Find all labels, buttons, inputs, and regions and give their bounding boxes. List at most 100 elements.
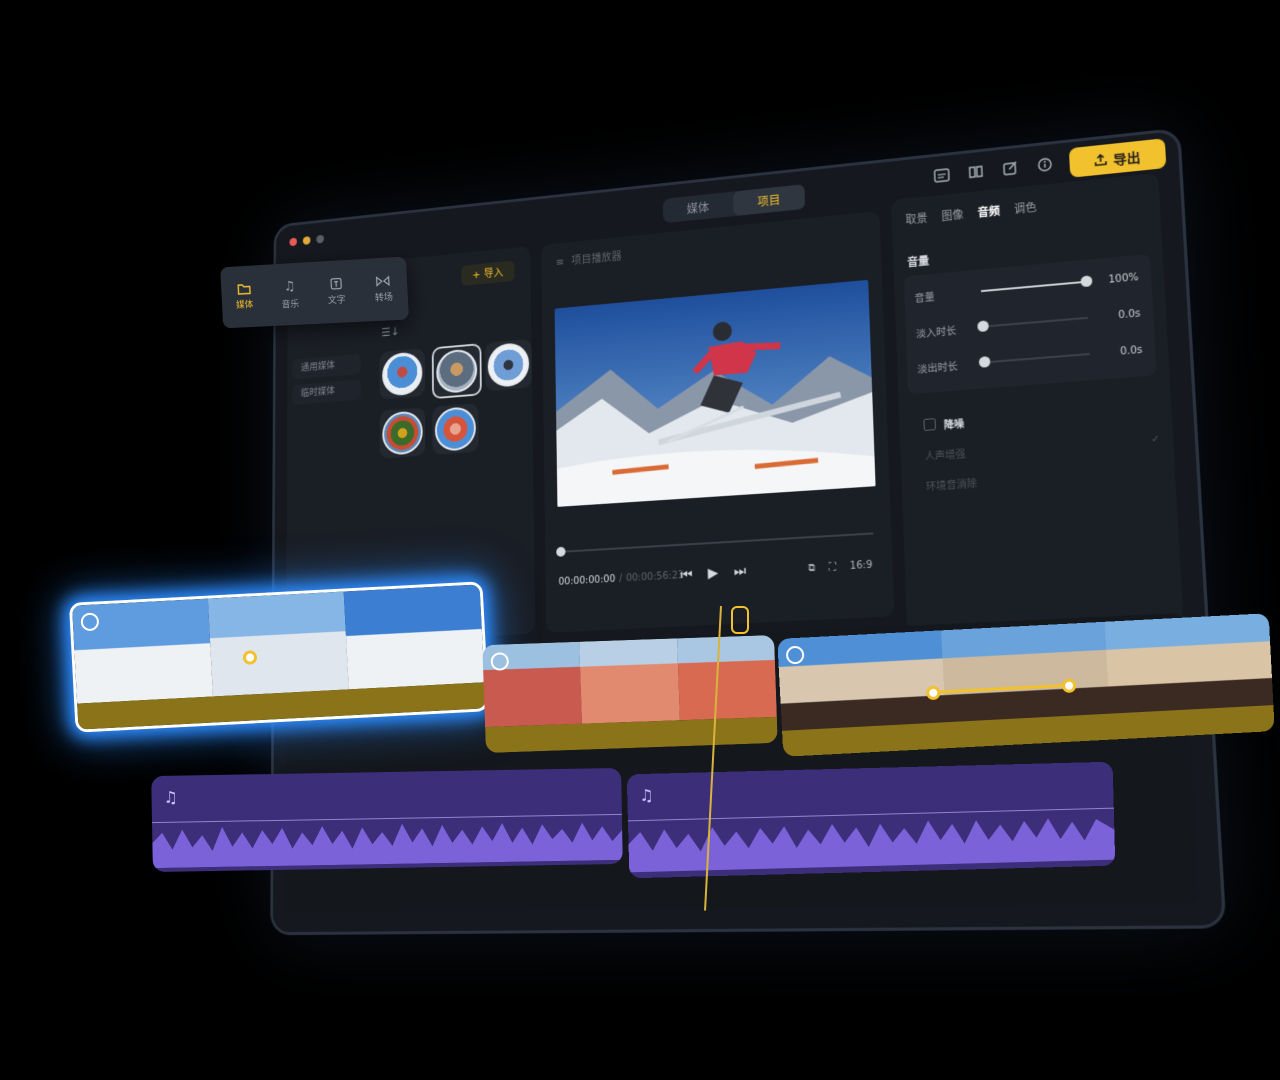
- clip-frames: [482, 635, 777, 727]
- media-thumbnail[interactable]: [485, 339, 532, 391]
- edit-icon[interactable]: [1000, 157, 1021, 179]
- editor-stage: 媒体 项目 导出 + 导入 ☰↓ 通用媒体 临时媒体 ≡ 项目播放器 00:00…: [0, 0, 1280, 1080]
- tool-transition-label: 转场: [375, 290, 394, 304]
- window-controls: [289, 235, 323, 247]
- thumbnail-image: [488, 342, 530, 388]
- export-button[interactable]: 导出: [1069, 138, 1167, 178]
- video-clip-ski[interactable]: [69, 581, 489, 732]
- slider-row-fade-out: 淡出时长 0.0s: [917, 340, 1143, 378]
- thumbnail-image: [435, 406, 476, 452]
- tool-text-label: 文字: [327, 292, 345, 306]
- tab-media[interactable]: 媒体: [663, 192, 734, 224]
- tool-media-label: 媒体: [236, 297, 254, 311]
- crop-icon[interactable]: ⧉: [808, 562, 815, 573]
- fade-out-slider[interactable]: [984, 353, 1090, 363]
- upload-icon: [1094, 153, 1107, 166]
- skip-back-icon[interactable]: ⏮: [680, 567, 692, 583]
- menu-icon[interactable]: ≡: [556, 255, 565, 268]
- music-clip[interactable]: ♫: [627, 762, 1116, 879]
- timecode-separator: /: [619, 573, 622, 584]
- tool-transition[interactable]: 转场: [374, 275, 394, 304]
- transition-icon: [376, 275, 391, 288]
- audio-waveform: [152, 810, 623, 868]
- subnav-item-general-media[interactable]: 通用媒体: [292, 354, 360, 380]
- player-controls: 00:00:00:00 / 00:00:56:23 ⏮ ▶ ⏭ ⧉ ⛶ 16:9: [558, 554, 878, 591]
- player-title: 项目播放器: [571, 248, 621, 268]
- ski-jump-frame: [555, 280, 876, 507]
- media-thumbnail[interactable]: [432, 403, 479, 455]
- clip-frame: [1105, 613, 1274, 713]
- fade-in-label: 淡入时长: [916, 320, 973, 340]
- library-subnav: 通用媒体 临时媒体: [292, 354, 360, 411]
- denoise-checkbox[interactable]: [923, 418, 936, 431]
- denoise-option-voice[interactable]: 人声增强 ✓: [924, 428, 1160, 464]
- tool-media[interactable]: 媒体: [235, 282, 254, 311]
- volume-label: 音量: [914, 285, 971, 305]
- sort-icon[interactable]: ☰↓: [381, 325, 399, 339]
- fade-out-value: 0.0s: [1100, 344, 1143, 359]
- aspect-ratio-button[interactable]: 16:9: [850, 559, 873, 571]
- import-button[interactable]: + 导入: [461, 261, 514, 286]
- tool-music-label: 音乐: [281, 296, 299, 310]
- audio-waveform: [628, 806, 1115, 873]
- volume-section-title: 音量: [907, 253, 930, 271]
- playhead-handle[interactable]: [731, 606, 749, 634]
- tab-image[interactable]: 图像: [941, 206, 964, 224]
- info-icon[interactable]: [1034, 154, 1055, 176]
- properties-panel: 取景 图像 音频 调色 音量 音量 100% 淡入时长 0.0s 淡出时长 0.…: [891, 173, 1184, 636]
- media-thumbnail-selected[interactable]: [432, 343, 482, 399]
- fade-in-value: 0.0s: [1098, 308, 1141, 323]
- music-note-icon: ♫: [163, 788, 178, 807]
- denoise-row: 降噪: [923, 398, 1159, 435]
- video-clip-street[interactable]: [482, 635, 778, 753]
- playback-scrubber[interactable]: [560, 532, 873, 552]
- tab-audio[interactable]: 音频: [977, 203, 1000, 221]
- properties-tabs: 取景 图像 音频 调色: [905, 199, 1037, 228]
- ambient-removal-label: 环境音消除: [926, 474, 978, 492]
- play-icon[interactable]: ▶: [708, 565, 719, 581]
- zoom-window-button[interactable]: [316, 235, 324, 244]
- fade-in-slider[interactable]: [983, 317, 1088, 328]
- scrubber-knob[interactable]: [556, 547, 565, 557]
- tab-color[interactable]: 调色: [1014, 199, 1037, 217]
- media-thumbnail[interactable]: [380, 407, 426, 459]
- book-icon[interactable]: [965, 161, 986, 182]
- music-clip[interactable]: ♫: [151, 768, 623, 872]
- volume-slider-knob[interactable]: [1080, 275, 1092, 287]
- tool-text[interactable]: 文字: [327, 277, 346, 306]
- voice-enhance-label: 人声增强: [925, 445, 966, 463]
- tool-music[interactable]: ♫ 音乐: [280, 278, 299, 310]
- tab-project[interactable]: 项目: [733, 184, 805, 216]
- subtitles-icon[interactable]: [931, 165, 952, 186]
- video-preview[interactable]: [555, 280, 876, 507]
- checkmark-icon: ✓: [1151, 433, 1161, 445]
- mode-switch: 媒体 项目: [663, 184, 805, 223]
- transport-buttons: ⏮ ▶ ⏭: [680, 564, 746, 583]
- music-note-icon: ♫: [283, 279, 295, 295]
- fade-in-slider-knob[interactable]: [977, 320, 989, 332]
- close-window-button[interactable]: [289, 238, 297, 247]
- volume-value: 100%: [1096, 272, 1139, 287]
- fade-out-slider-knob[interactable]: [979, 356, 991, 368]
- tab-framing[interactable]: 取景: [905, 210, 927, 228]
- slider-row-fade-in: 淡入时长 0.0s: [916, 303, 1141, 342]
- volume-card: 音量 100% 淡入时长 0.0s 淡出时长 0.0s: [904, 254, 1157, 394]
- toolbar-icons: [931, 154, 1055, 186]
- denoise-option-ambient[interactable]: 环境音消除: [926, 459, 1163, 495]
- slider-row-volume: 音量 100%: [914, 267, 1139, 307]
- clip-frame: [344, 584, 485, 689]
- subnav-item-temp-media[interactable]: 临时媒体: [292, 379, 360, 405]
- minimize-window-button[interactable]: [303, 236, 311, 245]
- volume-slider-fill: [981, 281, 1086, 292]
- denoise-label: 降噪: [944, 415, 965, 431]
- volume-slider[interactable]: [981, 281, 1086, 292]
- clip-frame: [208, 592, 349, 697]
- skip-forward-icon[interactable]: ⏭: [734, 564, 747, 581]
- fullscreen-icon[interactable]: ⛶: [829, 561, 836, 572]
- plus-icon: +: [472, 268, 480, 281]
- media-thumbnail[interactable]: [380, 348, 426, 400]
- current-timecode: 00:00:00:00: [558, 573, 615, 587]
- thumbnail-image: [382, 351, 422, 397]
- import-label: 导入: [484, 264, 504, 281]
- view-controls: ⧉ ⛶ 16:9: [808, 559, 873, 574]
